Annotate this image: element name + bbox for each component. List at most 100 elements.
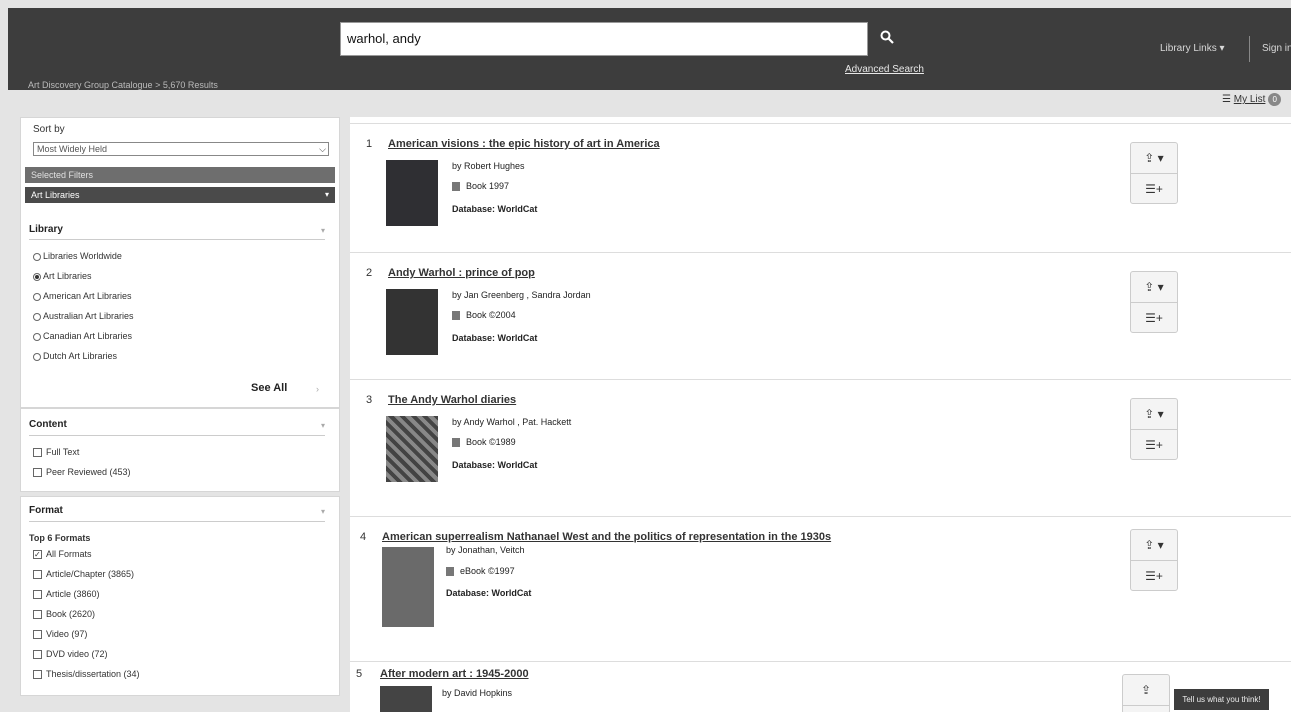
chevron-down-icon[interactable]: ▾ bbox=[321, 421, 325, 430]
breadcrumb-separator: > bbox=[155, 80, 163, 90]
book-icon bbox=[452, 182, 460, 192]
sort-select[interactable]: Most Widely Held ⌵ bbox=[33, 142, 329, 156]
add-to-list-icon: ☰+ bbox=[1145, 182, 1163, 196]
library-links-menu[interactable]: Library Links ▾ bbox=[1160, 43, 1225, 54]
library-option[interactable]: Canadian Art Libraries bbox=[33, 331, 132, 341]
my-list-link[interactable]: ☰ My List 0 bbox=[1222, 93, 1282, 106]
result-author: by David Hopkins bbox=[442, 688, 513, 698]
format-option[interactable]: ✓ All Formats bbox=[33, 549, 92, 560]
format-option[interactable]: Thesis/dissertation (34) bbox=[33, 669, 140, 680]
share-button[interactable]: ⇪ ▾ bbox=[1131, 530, 1177, 561]
radio-button[interactable] bbox=[33, 292, 41, 301]
result-format: Book ©1989 bbox=[452, 437, 516, 448]
filter-panel-content: Content ▾ Full Text Peer Reviewed (453) bbox=[20, 408, 340, 492]
share-button[interactable]: ⇪ ▾ bbox=[1131, 143, 1177, 174]
add-to-list-icon: ☰+ bbox=[1145, 311, 1163, 325]
format-option[interactable]: Video (97) bbox=[33, 629, 87, 640]
library-option[interactable]: American Art Libraries bbox=[33, 291, 132, 301]
add-to-list-button[interactable]: ☰+ bbox=[1131, 174, 1177, 204]
radio-button[interactable] bbox=[33, 272, 41, 281]
result-author: by Jan Greenberg , Sandra Jordan bbox=[452, 290, 591, 300]
option-label: Article/Chapter (3865) bbox=[46, 569, 135, 579]
breadcrumb: Art Discovery Group Catalogue > 5,670 Re… bbox=[28, 80, 218, 90]
chevron-right-icon: › bbox=[316, 384, 319, 394]
search-button[interactable] bbox=[880, 30, 902, 52]
chevron-down-icon: ⌵ bbox=[319, 144, 326, 154]
result-title-link[interactable]: American visions : the epic history of a… bbox=[388, 138, 660, 150]
format-option[interactable]: DVD video (72) bbox=[33, 649, 108, 660]
active-filter-chip[interactable]: Art Libraries ▾ bbox=[25, 187, 335, 203]
result-title-link[interactable]: Andy Warhol : prince of pop bbox=[388, 267, 535, 279]
chevron-down-icon: ▾ bbox=[1219, 43, 1225, 54]
result-item: 4 American superrealism Nathanael West a… bbox=[350, 516, 1291, 661]
share-button[interactable]: ⇪ ▾ bbox=[1131, 272, 1177, 303]
radio-button[interactable] bbox=[33, 252, 41, 261]
checkbox[interactable] bbox=[33, 468, 42, 478]
result-number: 3 bbox=[366, 394, 373, 406]
result-title-link[interactable]: After modern art : 1945-2000 bbox=[380, 668, 529, 680]
add-to-list-button[interactable]: ☰+ bbox=[1131, 430, 1177, 460]
checkbox[interactable]: ✓ bbox=[33, 550, 42, 560]
result-item: 1 American visions : the epic history of… bbox=[350, 123, 1291, 250]
option-label: Art Libraries bbox=[43, 271, 92, 281]
option-label: Dutch Art Libraries bbox=[43, 351, 118, 361]
format-option[interactable]: Article/Chapter (3865) bbox=[33, 569, 135, 580]
library-option[interactable]: Australian Art Libraries bbox=[33, 311, 134, 321]
remove-filter-icon[interactable]: ▾ bbox=[325, 187, 329, 203]
active-filter-label: Art Libraries bbox=[31, 190, 80, 200]
filter-panel-library: Sort by Most Widely Held ⌵ Selected Filt… bbox=[20, 117, 340, 408]
option-label: Libraries Worldwide bbox=[43, 251, 122, 261]
library-option[interactable]: Art Libraries bbox=[33, 271, 92, 281]
section-divider bbox=[29, 239, 325, 240]
chevron-down-icon[interactable]: ▾ bbox=[321, 226, 325, 235]
result-number: 2 bbox=[366, 267, 373, 279]
add-to-list-icon: ☰+ bbox=[1145, 438, 1163, 452]
add-to-list-button[interactable]: ☰+ bbox=[1131, 303, 1177, 333]
share-button[interactable]: ⇪ ▾ bbox=[1131, 399, 1177, 430]
cover-thumbnail[interactable] bbox=[382, 547, 434, 627]
result-number: 1 bbox=[366, 138, 373, 150]
result-format: eBook ©1997 bbox=[446, 566, 515, 577]
result-item: 3 The Andy Warhol diaries by Andy Warhol… bbox=[350, 379, 1291, 516]
option-label: Full Text bbox=[46, 447, 80, 457]
radio-button[interactable] bbox=[33, 352, 41, 361]
feedback-button[interactable]: Tell us what you think! bbox=[1174, 689, 1269, 710]
breadcrumb-catalogue[interactable]: Art Discovery Group Catalogue bbox=[28, 80, 153, 90]
section-divider bbox=[29, 521, 325, 522]
advanced-search-link[interactable]: Advanced Search bbox=[845, 64, 924, 75]
cover-thumbnail[interactable] bbox=[380, 686, 432, 712]
result-number: 5 bbox=[356, 668, 363, 680]
share-button[interactable]: ⇪ bbox=[1123, 675, 1169, 706]
search-input[interactable]: warhol, andy bbox=[340, 22, 868, 56]
library-option[interactable]: Libraries Worldwide bbox=[33, 251, 122, 261]
selected-filters-bar: Selected Filters bbox=[25, 167, 335, 183]
cover-thumbnail[interactable] bbox=[386, 289, 438, 355]
format-option[interactable]: Book (2620) bbox=[33, 609, 95, 620]
result-format: Book 1997 bbox=[452, 181, 509, 192]
cover-thumbnail[interactable] bbox=[386, 160, 438, 226]
result-title-link[interactable]: The Andy Warhol diaries bbox=[388, 394, 516, 406]
radio-button[interactable] bbox=[33, 332, 41, 341]
checkbox[interactable] bbox=[33, 630, 42, 640]
checkbox[interactable] bbox=[33, 448, 42, 458]
content-option[interactable]: Full Text bbox=[33, 447, 80, 458]
radio-button[interactable] bbox=[33, 312, 41, 321]
chevron-down-icon[interactable]: ▾ bbox=[321, 507, 325, 516]
see-all-libraries-link[interactable]: See All bbox=[251, 382, 287, 394]
checkbox[interactable] bbox=[33, 590, 42, 600]
format-option[interactable]: Article (3860) bbox=[33, 589, 100, 600]
sort-label: Sort by bbox=[33, 124, 65, 135]
sign-in-link[interactable]: Sign in bbox=[1262, 43, 1291, 54]
checkbox[interactable] bbox=[33, 650, 42, 660]
checkbox[interactable] bbox=[33, 570, 42, 580]
result-title-link[interactable]: American superrealism Nathanael West and… bbox=[382, 531, 831, 543]
content-option[interactable]: Peer Reviewed (453) bbox=[33, 467, 131, 478]
library-option[interactable]: Dutch Art Libraries bbox=[33, 351, 117, 361]
breadcrumb-results: 5,670 Results bbox=[162, 80, 218, 90]
add-to-list-button[interactable]: ☰+ bbox=[1131, 561, 1177, 591]
my-list-label: My List bbox=[1233, 94, 1266, 106]
result-actions: ⇪ bbox=[1122, 674, 1170, 712]
cover-thumbnail[interactable] bbox=[386, 416, 438, 482]
checkbox[interactable] bbox=[33, 610, 42, 620]
checkbox[interactable] bbox=[33, 670, 42, 680]
